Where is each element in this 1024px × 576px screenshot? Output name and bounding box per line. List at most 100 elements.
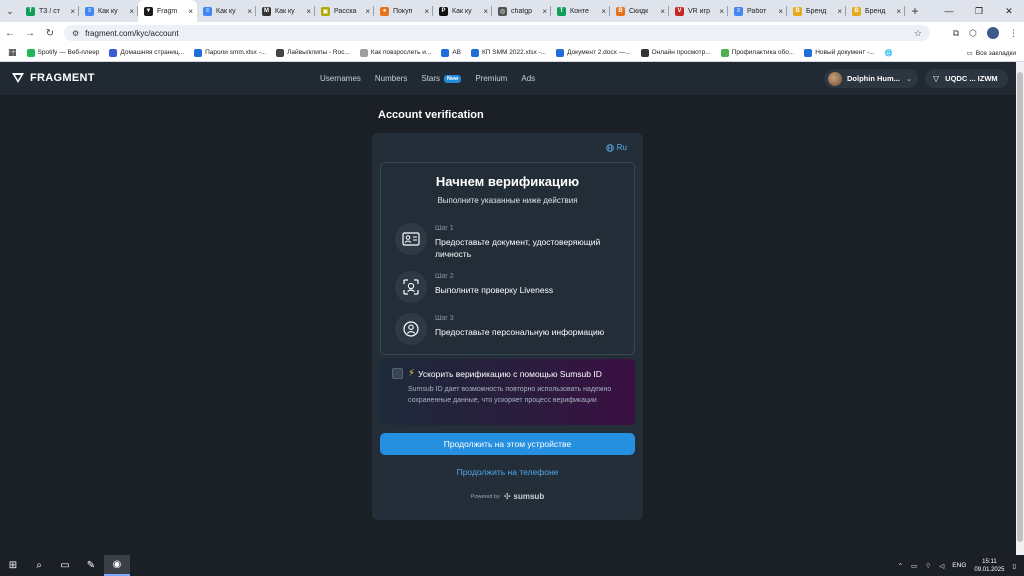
- browser-tab[interactable]: ≡ Как ку ×: [79, 0, 138, 22]
- browser-tab[interactable]: V VR игр ×: [669, 0, 728, 22]
- search-icon[interactable]: ⌕: [26, 555, 52, 576]
- chrome-icon[interactable]: ◉: [104, 555, 130, 576]
- sumsub-brand-text: sumsub: [513, 492, 545, 501]
- browser-tab[interactable]: P Как ку ×: [433, 0, 492, 22]
- sumsub-id-option[interactable]: ⚡ Ускорить верификацию с помощью Sumsub …: [380, 359, 635, 425]
- browser-tab[interactable]: B Бренд ×: [846, 0, 905, 22]
- tab-close-icon[interactable]: ×: [129, 7, 134, 16]
- bookmark-item[interactable]: AB: [441, 48, 461, 57]
- notifications-icon[interactable]: ▯: [1012, 562, 1016, 570]
- tab-close-icon[interactable]: ×: [601, 7, 606, 16]
- forward-icon[interactable]: →: [20, 28, 40, 39]
- new-tab-button[interactable]: +: [905, 0, 925, 22]
- bookmark-item[interactable]: Пароли smm.xlsx -...: [194, 48, 266, 57]
- tab-close-icon[interactable]: ×: [837, 7, 842, 16]
- avatar: [828, 71, 842, 86]
- extension-puzzle-icon[interactable]: ⬡: [969, 28, 977, 39]
- back-icon[interactable]: ←: [0, 28, 20, 39]
- close-window-icon[interactable]: ✕: [994, 0, 1024, 22]
- site-info-icon[interactable]: ⚙: [72, 29, 79, 38]
- tab-favicon-icon: ≡: [203, 6, 212, 16]
- tab-close-icon[interactable]: ×: [542, 7, 547, 16]
- chevron-up-icon[interactable]: ⌃: [898, 562, 903, 570]
- bookmark-favicon-icon: [720, 48, 729, 57]
- bookmark-item[interactable]: Домашняя страниц...: [109, 48, 184, 57]
- browser-tab[interactable]: B Скидк ×: [610, 0, 669, 22]
- bookmark-item[interactable]: Как повзрослеть и...: [359, 48, 431, 57]
- volume-icon[interactable]: ◁: [939, 562, 944, 570]
- bookmark-item[interactable]: Онлайн просмотр...: [640, 48, 711, 57]
- tab-close-icon[interactable]: ×: [896, 7, 901, 16]
- tab-close-icon[interactable]: ×: [188, 7, 193, 16]
- nav-numbers[interactable]: Numbers: [375, 74, 407, 83]
- network-icon[interactable]: ⌔: [925, 561, 931, 570]
- battery-icon[interactable]: ▭: [911, 562, 917, 570]
- tab-close-icon[interactable]: ×: [70, 7, 75, 16]
- tab-close-icon[interactable]: ×: [306, 7, 311, 16]
- tab-close-icon[interactable]: ×: [778, 7, 783, 16]
- clock[interactable]: 15:11 09.01.2025: [974, 558, 1004, 574]
- language-switch[interactable]: Ru: [606, 143, 627, 152]
- continue-on-phone-link[interactable]: Продолжить на телефоне: [372, 467, 643, 477]
- page-scrollbar[interactable]: [1016, 62, 1024, 555]
- browser-tab[interactable]: ▼ Fragm ×: [138, 0, 197, 22]
- bookmark-label: Новый документ -...: [815, 49, 875, 56]
- tab-close-icon[interactable]: ×: [365, 7, 370, 16]
- bookmark-item[interactable]: Лайвы/клипы - Roc...: [276, 48, 350, 57]
- restore-icon[interactable]: ❐: [964, 0, 994, 22]
- browser-tab[interactable]: B Бренд ×: [787, 0, 846, 22]
- globe-bookmark-icon[interactable]: 🌐: [885, 49, 893, 57]
- bookmark-item[interactable]: Spotify — Веб-плеер: [26, 48, 99, 57]
- fragment-logo[interactable]: FRAGMENT: [12, 72, 95, 84]
- pen-app-icon[interactable]: ✎: [78, 555, 104, 576]
- nav-ads[interactable]: Ads: [521, 74, 535, 83]
- browser-tab[interactable]: ≡ Работ ×: [728, 0, 787, 22]
- task-view-icon[interactable]: ▭: [52, 555, 78, 576]
- browser-tab[interactable]: ◎ chatgp ×: [492, 0, 551, 22]
- browser-tab[interactable]: ● Покуп ×: [374, 0, 433, 22]
- bookmark-star-icon[interactable]: ☆: [914, 28, 922, 39]
- tab-favicon-icon: T: [557, 6, 566, 16]
- bookmark-item[interactable]: КП SMM 2022.xlsx -...: [471, 48, 546, 57]
- verification-heading: Начнем верификацию: [435, 174, 580, 189]
- profile-avatar[interactable]: [987, 27, 999, 39]
- extensions-icon[interactable]: ⧉: [953, 28, 959, 39]
- address-bar[interactable]: ⚙ fragment.com/kyc/account ☆: [64, 25, 930, 41]
- minimize-icon[interactable]: —: [934, 0, 964, 22]
- bookmark-label: Документ 2.docx —...: [567, 49, 631, 56]
- tab-close-icon[interactable]: ×: [483, 7, 488, 16]
- browser-tab[interactable]: T ТЗ / ст ×: [20, 0, 79, 22]
- bookmark-label: AB: [452, 49, 461, 56]
- bookmark-item[interactable]: Новый документ -...: [804, 48, 875, 57]
- bookmark-item[interactable]: Профилактика обо...: [720, 48, 794, 57]
- tab-close-icon[interactable]: ×: [719, 7, 724, 16]
- tab-title: Скидк: [629, 7, 649, 15]
- tab-close-icon[interactable]: ×: [247, 7, 252, 16]
- sumsub-checkbox[interactable]: [392, 368, 403, 379]
- menu-icon[interactable]: ⋮: [1009, 28, 1018, 39]
- all-bookmarks[interactable]: ▭ Все закладки: [967, 44, 1016, 62]
- windows-start-icon[interactable]: ⊞: [0, 555, 26, 576]
- nav-usernames[interactable]: Usernames: [320, 74, 361, 83]
- bookmark-list: Spotify — Веб-плеер Домашняя страниц... Па…: [26, 48, 885, 57]
- browser-tab[interactable]: M Как ку ×: [256, 0, 315, 22]
- steps-card: Начнем верификацию Выполните указанные н…: [380, 162, 635, 355]
- tab-search-icon[interactable]: ⌄: [0, 0, 20, 22]
- tab-close-icon[interactable]: ×: [424, 7, 429, 16]
- browser-tab[interactable]: ≡ Как ку ×: [197, 0, 256, 22]
- scrollbar-thumb[interactable]: [1017, 72, 1023, 542]
- wallet-button[interactable]: ▽ UQDC ... IZWM: [925, 69, 1008, 88]
- step-label: Шаг 3: [435, 315, 454, 322]
- nav-stars[interactable]: Stars New: [421, 74, 462, 83]
- language-indicator[interactable]: ENG: [952, 562, 966, 569]
- browser-tab[interactable]: ▣ Расска ×: [315, 0, 374, 22]
- continue-on-device-button[interactable]: Продолжить на этом устройстве: [380, 433, 635, 455]
- nav-premium[interactable]: Premium: [475, 74, 507, 83]
- language-label: Ru: [616, 143, 627, 152]
- browser-tab[interactable]: T Конте ×: [551, 0, 610, 22]
- apps-icon[interactable]: ▦: [8, 47, 17, 58]
- reload-icon[interactable]: ↻: [40, 28, 60, 39]
- tab-close-icon[interactable]: ×: [660, 7, 665, 16]
- user-menu-button[interactable]: Dolphin Hum... ⌄: [824, 69, 918, 88]
- bookmark-item[interactable]: Документ 2.docx —...: [556, 48, 631, 57]
